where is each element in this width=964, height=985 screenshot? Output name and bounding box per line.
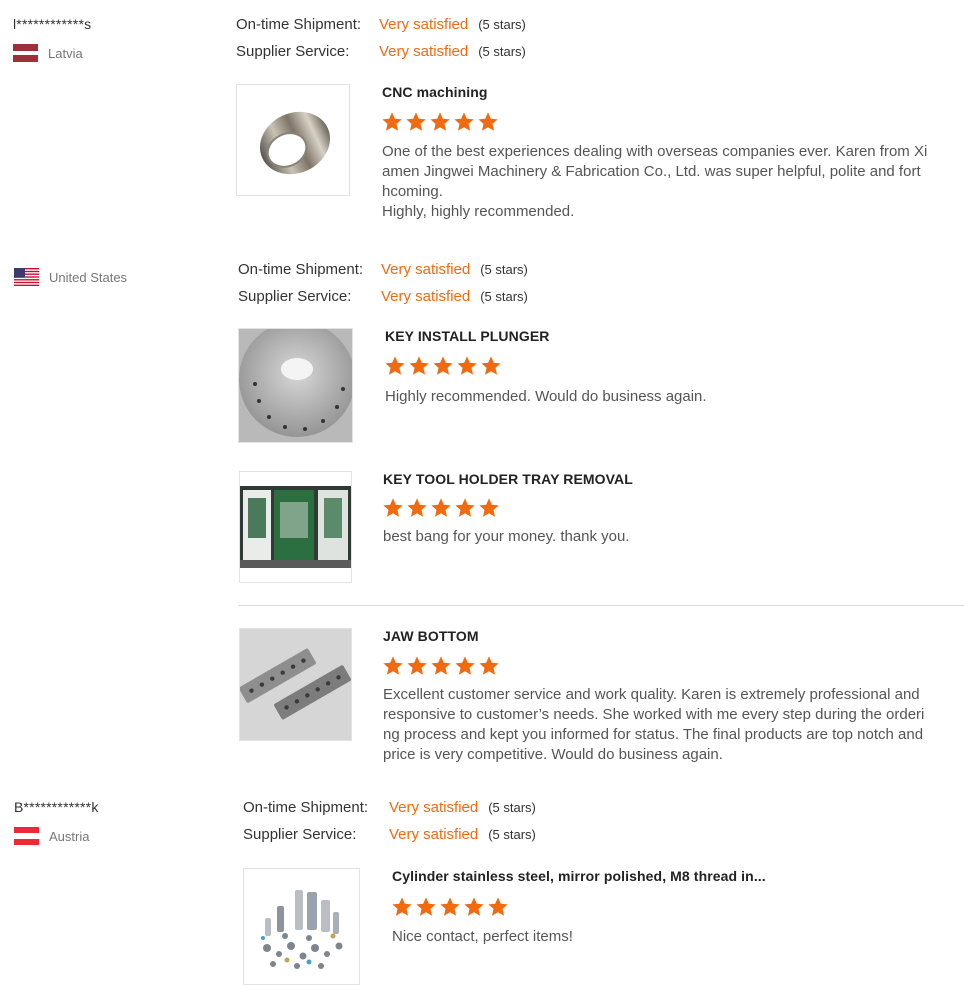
product-image <box>240 472 351 582</box>
star-icon <box>456 355 478 377</box>
product-image <box>240 629 351 740</box>
star-icon <box>382 655 404 677</box>
service-value: Very satisfied <box>389 826 479 843</box>
ontime-shipment-rating: On-time Shipment: Very satisfied (5 star… <box>243 799 536 816</box>
product-star-rating <box>391 896 509 918</box>
review-line: ng process and kept you informed for sta… <box>383 726 924 743</box>
product-thumbnail[interactable] <box>236 84 350 196</box>
latvia-flag-icon <box>13 44 38 62</box>
star-icon <box>415 896 437 918</box>
review-line: Highly recommended. Would do business ag… <box>385 388 707 405</box>
star-icon <box>432 355 454 377</box>
review-line: responsive to customer’s needs. She work… <box>383 706 925 723</box>
product-star-rating <box>381 111 499 133</box>
star-icon <box>406 497 428 519</box>
review-line: Nice contact, perfect items! <box>392 928 573 945</box>
austria-flag-icon <box>14 827 39 845</box>
product-title[interactable]: JAW BOTTOM <box>383 628 479 644</box>
star-icon <box>382 497 404 519</box>
product-title[interactable]: KEY TOOL HOLDER TRAY REMOVAL <box>383 471 633 487</box>
star-icon <box>463 896 485 918</box>
review-text: Highly recommended. Would do business ag… <box>385 387 945 407</box>
ontime-stars: (5 stars) <box>478 17 526 32</box>
product-star-rating <box>382 655 500 677</box>
service-stars: (5 stars) <box>478 44 526 59</box>
reviewer-name: B************k <box>14 799 99 815</box>
review-line: Highly, highly recommended. <box>382 203 575 220</box>
product-thumbnail[interactable] <box>239 628 352 741</box>
review-line: hcoming. <box>382 183 443 200</box>
service-stars: (5 stars) <box>488 827 536 842</box>
star-icon <box>480 355 502 377</box>
service-label: Supplier Service: <box>243 826 357 843</box>
star-icon <box>430 655 452 677</box>
star-icon <box>454 497 476 519</box>
star-icon <box>477 111 499 133</box>
ontime-shipment-rating: On-time Shipment: Very satisfied (5 star… <box>236 16 526 33</box>
ontime-shipment-rating: On-time Shipment: Very satisfied (5 star… <box>238 261 528 278</box>
product-image <box>259 111 331 175</box>
ontime-stars: (5 stars) <box>488 800 536 815</box>
supplier-service-rating: Supplier Service: Very satisfied (5 star… <box>238 288 528 305</box>
ontime-label: On-time Shipment: <box>238 261 364 278</box>
star-icon <box>453 111 475 133</box>
product-thumbnail[interactable] <box>243 868 360 985</box>
product-title[interactable]: CNC machining <box>382 84 488 100</box>
star-icon <box>430 497 452 519</box>
divider <box>238 605 964 606</box>
product-title[interactable]: Cylinder stainless steel, mirror polishe… <box>392 868 766 884</box>
review-line: price is very competitive. Would do busi… <box>383 746 723 763</box>
review-line: amen Jingwei Machinery & Fabrication Co.… <box>382 163 921 180</box>
review-text: One of the best experiences dealing with… <box>382 142 942 222</box>
reviewer-country: Latvia <box>13 44 83 62</box>
service-label: Supplier Service: <box>238 288 352 305</box>
country-name: United States <box>49 269 128 285</box>
review-line: One of the best experiences dealing with… <box>382 143 928 160</box>
product-title[interactable]: KEY INSTALL PLUNGER <box>385 328 549 344</box>
product-thumbnail[interactable] <box>239 471 352 583</box>
star-icon <box>405 111 427 133</box>
product-star-rating <box>382 497 500 519</box>
star-icon <box>384 355 406 377</box>
supplier-service-rating: Supplier Service: Very satisfied (5 star… <box>236 43 526 60</box>
review-text: Nice contact, perfect items! <box>392 927 932 947</box>
star-icon <box>478 497 500 519</box>
star-icon <box>478 655 500 677</box>
product-image <box>239 329 352 442</box>
service-stars: (5 stars) <box>480 289 528 304</box>
product-thumbnail[interactable] <box>238 328 353 443</box>
review-text: Excellent customer service and work qual… <box>383 685 943 765</box>
star-icon <box>381 111 403 133</box>
service-value: Very satisfied <box>379 43 469 60</box>
service-value: Very satisfied <box>381 288 471 305</box>
ontime-label: On-time Shipment: <box>236 16 362 33</box>
ontime-label: On-time Shipment: <box>243 799 369 816</box>
country-name: Austria <box>49 828 90 844</box>
reviewer-name: l************s <box>13 16 92 32</box>
reviewer-country: Austria <box>14 827 89 845</box>
ontime-value: Very satisfied <box>389 799 479 816</box>
product-image <box>246 871 357 982</box>
reviewer-country: United States <box>14 268 127 286</box>
product-star-rating <box>384 355 502 377</box>
ontime-value: Very satisfied <box>381 261 471 278</box>
supplier-service-rating: Supplier Service: Very satisfied (5 star… <box>243 826 536 843</box>
star-icon <box>406 655 428 677</box>
service-label: Supplier Service: <box>236 43 350 60</box>
ontime-value: Very satisfied <box>379 16 469 33</box>
star-icon <box>408 355 430 377</box>
review-text: best bang for your money. thank you. <box>383 527 943 547</box>
star-icon <box>487 896 509 918</box>
us-flag-icon <box>14 268 39 286</box>
ontime-stars: (5 stars) <box>480 262 528 277</box>
star-icon <box>454 655 476 677</box>
star-icon <box>391 896 413 918</box>
review-line: best bang for your money. thank you. <box>383 528 630 545</box>
country-name: Latvia <box>48 45 83 61</box>
review-line: Excellent customer service and work qual… <box>383 686 920 703</box>
star-icon <box>439 896 461 918</box>
star-icon <box>429 111 451 133</box>
